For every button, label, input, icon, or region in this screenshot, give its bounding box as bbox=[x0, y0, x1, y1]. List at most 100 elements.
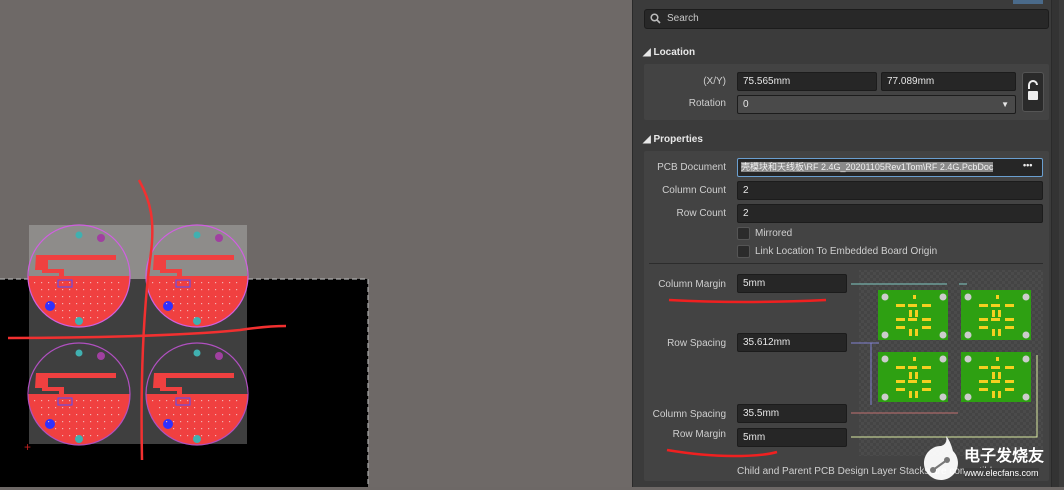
stitch-via bbox=[90, 296, 92, 298]
stitch-via bbox=[173, 296, 175, 298]
diagram-pad bbox=[979, 318, 988, 321]
diagram-pad bbox=[908, 366, 917, 369]
diagram-pad bbox=[998, 391, 1001, 398]
stitch-via bbox=[173, 303, 175, 305]
diagram-hole bbox=[939, 293, 947, 301]
stitch-via bbox=[173, 400, 175, 402]
stitch-via bbox=[62, 414, 64, 416]
diagram-pad bbox=[896, 380, 905, 383]
stitch-via bbox=[48, 414, 50, 416]
stitch-via bbox=[173, 428, 175, 430]
diagram-pad bbox=[909, 391, 912, 398]
mirrored-checkbox[interactable] bbox=[737, 227, 750, 240]
diagram-pad bbox=[1005, 304, 1014, 307]
stitch-via bbox=[69, 282, 71, 284]
stitch-via bbox=[76, 407, 78, 409]
stitch-via bbox=[229, 282, 231, 284]
stitch-via bbox=[69, 435, 71, 437]
diagram-pad bbox=[922, 304, 931, 307]
stitch-via bbox=[34, 282, 36, 284]
stitch-via bbox=[194, 421, 196, 423]
stitch-via bbox=[83, 407, 85, 409]
xy-label: (X/Y) bbox=[703, 76, 726, 87]
stitch-via bbox=[166, 421, 168, 423]
stitch-via bbox=[90, 407, 92, 409]
diagram-pad bbox=[913, 357, 916, 361]
stitch-via bbox=[76, 303, 78, 305]
diagram-pad bbox=[979, 380, 988, 383]
column-count-field[interactable]: 2 bbox=[737, 181, 1043, 200]
stitch-via bbox=[222, 421, 224, 423]
pcb-canvas[interactable]: + bbox=[0, 0, 632, 487]
stitch-via bbox=[90, 282, 92, 284]
stitch-via bbox=[90, 289, 92, 291]
stitch-via bbox=[159, 296, 161, 298]
diagram-pad bbox=[915, 391, 918, 398]
stitch-via bbox=[229, 414, 231, 416]
link-location-checkbox[interactable] bbox=[737, 245, 750, 258]
via-pad bbox=[75, 349, 83, 357]
properties-section-header[interactable]: ◢ Properties bbox=[643, 134, 703, 145]
stitch-via bbox=[62, 435, 64, 437]
diagram-hole bbox=[939, 355, 947, 363]
stitch-via bbox=[118, 282, 120, 284]
browse-button[interactable]: ••• bbox=[1023, 160, 1032, 170]
stitch-via bbox=[215, 400, 217, 402]
lock-button[interactable] bbox=[1022, 72, 1044, 112]
y-field[interactable]: 77.089mm bbox=[881, 72, 1016, 91]
stitch-via bbox=[229, 303, 231, 305]
search-icon bbox=[650, 13, 661, 24]
stitch-via bbox=[201, 407, 203, 409]
origin-marker: + bbox=[24, 440, 31, 454]
stitch-via bbox=[76, 435, 78, 437]
via-pad bbox=[215, 234, 223, 242]
stitch-via bbox=[97, 407, 99, 409]
stitch-via bbox=[83, 414, 85, 416]
stitch-via bbox=[111, 414, 113, 416]
stitch-via bbox=[194, 296, 196, 298]
stitch-via bbox=[180, 400, 182, 402]
stitch-via bbox=[215, 435, 217, 437]
stitch-via bbox=[229, 400, 231, 402]
stitch-via bbox=[180, 303, 182, 305]
stitch-via bbox=[55, 407, 57, 409]
diagram-pad bbox=[909, 372, 912, 379]
stitch-via bbox=[83, 435, 85, 437]
stitch-via bbox=[62, 421, 64, 423]
stitch-via bbox=[201, 282, 203, 284]
stitch-via bbox=[194, 310, 196, 312]
stitch-via bbox=[187, 282, 189, 284]
stitch-via bbox=[201, 289, 203, 291]
diagram-pad bbox=[998, 310, 1001, 317]
rotation-select[interactable]: 0 ▼ bbox=[737, 95, 1016, 114]
stitch-via bbox=[222, 303, 224, 305]
location-section-header[interactable]: ◢ Location bbox=[643, 47, 695, 58]
scrollbar[interactable] bbox=[1051, 0, 1059, 487]
stitch-via bbox=[48, 282, 50, 284]
stitch-via bbox=[111, 296, 113, 298]
x-field[interactable]: 75.565mm bbox=[737, 72, 877, 91]
stitch-via bbox=[208, 282, 210, 284]
stitch-via bbox=[215, 303, 217, 305]
stitch-via bbox=[215, 421, 217, 423]
row-count-field[interactable]: 2 bbox=[737, 204, 1043, 223]
embedded-board-array-view[interactable]: + bbox=[0, 0, 632, 487]
stitch-via bbox=[62, 282, 64, 284]
stitch-via bbox=[208, 414, 210, 416]
diagram-hole bbox=[881, 293, 889, 301]
stitch-via bbox=[222, 282, 224, 284]
stitch-via bbox=[83, 282, 85, 284]
stitch-via bbox=[55, 282, 57, 284]
stitch-via bbox=[62, 428, 64, 430]
pcb-document-field[interactable]: 壳模块和天线板\RF 2.4G_20201105Rev1Tom\RF 2.4G.… bbox=[737, 158, 1043, 177]
stitch-via bbox=[62, 303, 64, 305]
diagram-pad bbox=[991, 380, 1000, 383]
stitch-via bbox=[97, 289, 99, 291]
stitch-via bbox=[97, 400, 99, 402]
stitch-via bbox=[166, 303, 168, 305]
column-count-label: Column Count bbox=[662, 185, 726, 196]
stitch-via bbox=[83, 400, 85, 402]
search-input[interactable]: Search bbox=[644, 9, 1049, 29]
stitch-via bbox=[111, 303, 113, 305]
stitch-via bbox=[48, 296, 50, 298]
